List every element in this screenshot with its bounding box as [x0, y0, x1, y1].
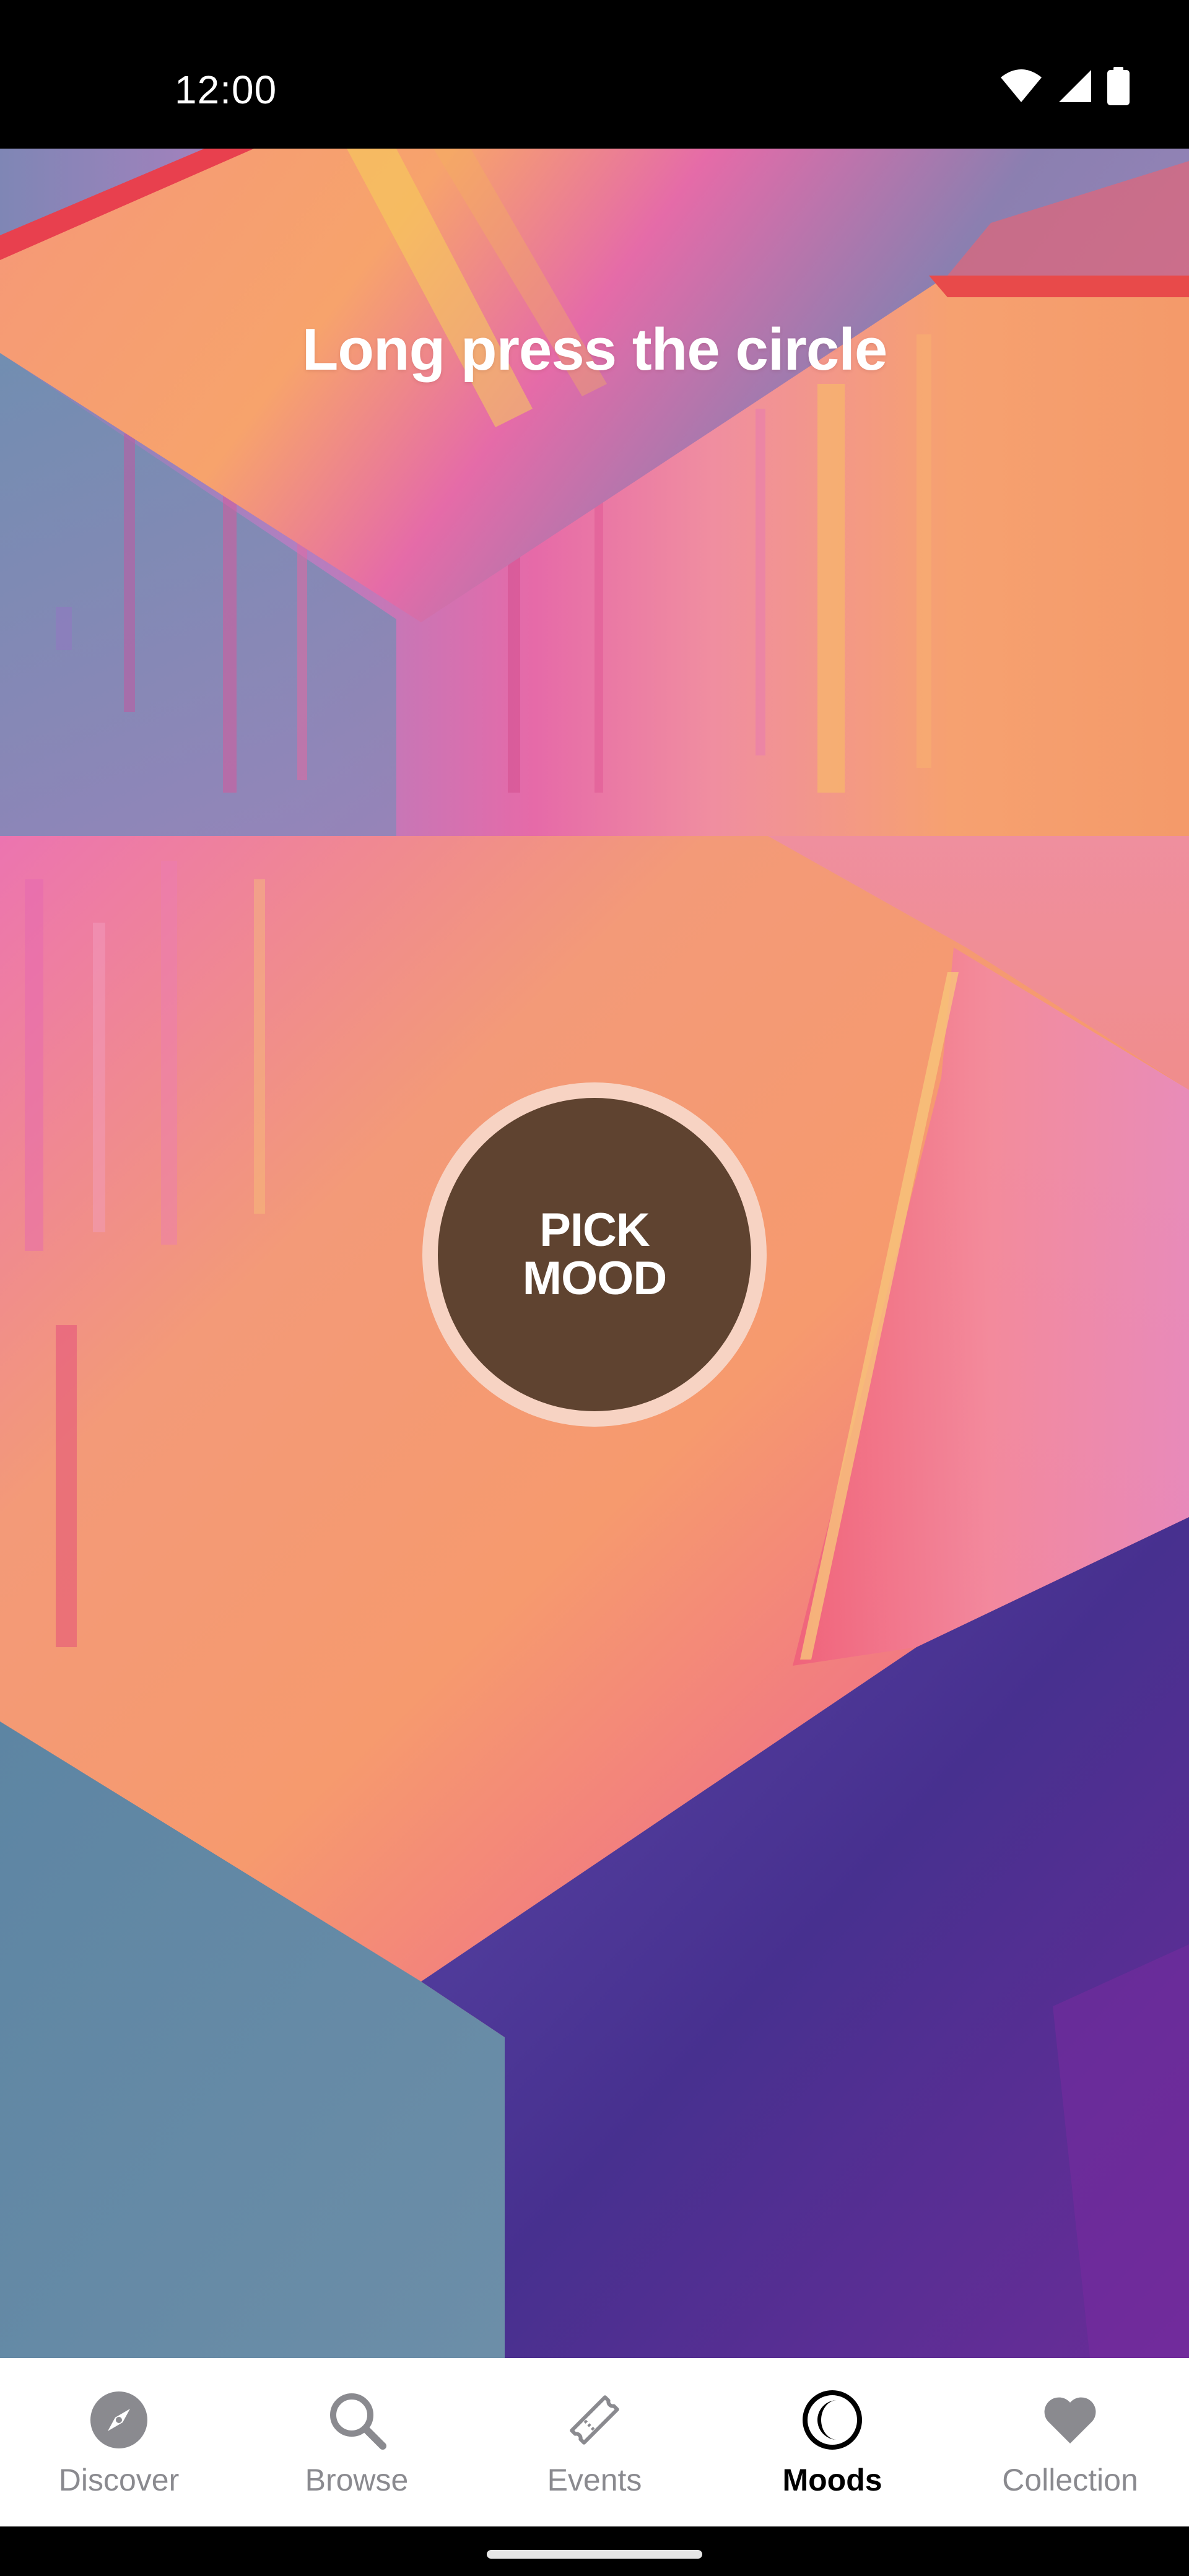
mood-artwork-area: Long press the circle PICK MOOD — [0, 149, 1189, 2358]
instruction-heading: Long press the circle — [302, 316, 888, 383]
home-gesture-handle[interactable] — [487, 2550, 702, 2559]
nav-label-browse: Browse — [305, 2463, 409, 2497]
status-icons — [1000, 67, 1130, 108]
nav-item-events[interactable]: Events — [476, 2358, 713, 2526]
pick-mood-button[interactable]: PICK MOOD — [422, 1082, 767, 1427]
compass-icon — [87, 2388, 151, 2452]
nav-item-moods[interactable]: Moods — [713, 2358, 951, 2526]
ticket-icon — [562, 2388, 627, 2452]
nav-label-moods: Moods — [782, 2463, 882, 2497]
battery-icon — [1107, 67, 1130, 108]
nav-label-collection: Collection — [1002, 2463, 1138, 2497]
status-time: 12:00 — [175, 67, 277, 112]
system-gesture-area — [0, 2526, 1189, 2576]
bottom-navigation: Discover Browse Events Moods Collection — [0, 2358, 1189, 2526]
wifi-icon — [1000, 69, 1043, 107]
nav-item-discover[interactable]: Discover — [0, 2358, 238, 2526]
pick-mood-circle[interactable]: PICK MOOD — [438, 1098, 751, 1411]
pick-mood-label-line2: MOOD — [522, 1252, 667, 1305]
status-bar: 12:00 — [0, 0, 1189, 149]
nav-label-discover: Discover — [58, 2463, 180, 2497]
heart-icon — [1038, 2388, 1102, 2452]
search-icon — [324, 2388, 389, 2452]
nav-item-collection[interactable]: Collection — [951, 2358, 1189, 2526]
moon-icon — [800, 2388, 865, 2452]
nav-label-events: Events — [547, 2463, 642, 2497]
pick-mood-label-line1: PICK — [539, 1204, 650, 1256]
cellular-signal-icon — [1058, 69, 1092, 107]
nav-item-browse[interactable]: Browse — [238, 2358, 476, 2526]
moods-screen: 12:00 Long press the circle PICK MOOD Di… — [0, 0, 1189, 2576]
